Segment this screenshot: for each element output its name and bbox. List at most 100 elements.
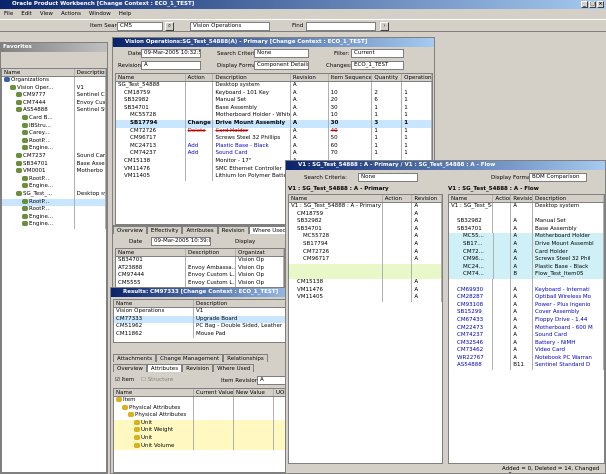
favorites-row[interactable]: CM7237 Sound Car bbox=[2, 152, 106, 161]
search-criteria-select[interactable]: None bbox=[254, 49, 309, 58]
col-header[interactable]: Quantity bbox=[372, 74, 403, 81]
compare-right-row[interactable]: MC55... A Motherboard Holder bbox=[449, 233, 604, 241]
revision-select[interactable]: A bbox=[141, 61, 201, 70]
item-search-input[interactable]: CM5 bbox=[117, 22, 163, 31]
compare-right-row[interactable]: CM93108 A Power - Plus Ingenio bbox=[449, 301, 604, 310]
attr-cell[interactable] bbox=[234, 412, 274, 420]
attr-cell[interactable] bbox=[234, 419, 274, 428]
compare-right-row[interactable]: SB34701 A Base Assembly bbox=[449, 225, 604, 234]
wu-date-input[interactable]: 09-Mar-2005 10:39:0 bbox=[151, 237, 211, 246]
tab-revision[interactable]: Revision bbox=[182, 364, 214, 372]
compare-left-row[interactable]: VM11476 A bbox=[289, 286, 442, 295]
attr-cell[interactable] bbox=[234, 442, 274, 451]
attr-cell[interactable] bbox=[234, 434, 274, 443]
tab-overview[interactable]: Overview bbox=[113, 226, 147, 234]
col-header[interactable]: Action bbox=[493, 195, 512, 202]
filter-select[interactable]: Current bbox=[351, 49, 404, 58]
col-header[interactable]: Item Sequence bbox=[329, 74, 373, 81]
bom-row[interactable]: CM72726 Delete Card Holder A 40 1 1 bbox=[116, 127, 432, 136]
attr-cell[interactable] bbox=[194, 434, 234, 443]
compare-left-row[interactable]: CM96717 A bbox=[289, 256, 442, 264]
compare-left-row[interactable]: SB32982 A bbox=[289, 218, 442, 226]
compare-display-select[interactable]: BOM Comparison bbox=[529, 173, 587, 182]
favorites-row[interactable]: Organizations bbox=[2, 77, 106, 85]
col-header[interactable]: Current Value bbox=[194, 389, 234, 396]
col-header[interactable]: Description bbox=[533, 195, 604, 202]
col-header[interactable]: Description bbox=[186, 249, 236, 256]
bom-row[interactable]: CM18759 Keyboard - 101 Key A 10 2 1 bbox=[116, 89, 432, 98]
col-header[interactable]: Action bbox=[383, 195, 413, 202]
favorites-row[interactable]: RootP... bbox=[2, 198, 106, 207]
bom-row[interactable]: SB32982 Manual Set A 20 6 1 bbox=[116, 97, 432, 105]
bom-row[interactable]: SB34701 Base Assembly A 30 1 1 bbox=[116, 104, 432, 113]
favorites-row[interactable]: VM0001 Motherbo bbox=[2, 168, 106, 176]
search-icon[interactable]: ⌕ bbox=[165, 22, 174, 31]
find-input[interactable] bbox=[306, 22, 376, 31]
col-header[interactable]: Name bbox=[116, 249, 186, 256]
compare-right-row[interactable] bbox=[449, 278, 604, 287]
compare-right-row[interactable]: SB32982 A Manual Set bbox=[449, 218, 604, 226]
attribute-row[interactable]: Item bbox=[114, 397, 307, 405]
compare-left-row[interactable] bbox=[289, 263, 442, 272]
tab-where-used[interactable]: Where Used bbox=[248, 226, 286, 234]
tab-attachments[interactable]: Attachments bbox=[113, 354, 157, 362]
compare-right-row[interactable]: CM72... A Card Holder bbox=[449, 248, 604, 257]
structure-checkbox[interactable]: ☐ Structure bbox=[141, 376, 173, 385]
compare-left-row[interactable]: VM11405 A bbox=[289, 294, 442, 302]
compare-search-select[interactable]: None bbox=[358, 173, 418, 182]
attr-cell[interactable] bbox=[194, 427, 234, 435]
compare-right-row[interactable]: CM96... A Screws Steel 32 Phil bbox=[449, 256, 604, 264]
tab-relationships[interactable]: Relationships bbox=[223, 354, 268, 362]
attr-cell[interactable] bbox=[234, 397, 274, 405]
compare-left-row[interactable]: MC55728 A bbox=[289, 233, 442, 241]
tab-where-used[interactable]: Where Used bbox=[213, 364, 255, 372]
maximize-button[interactable]: □ bbox=[589, 1, 596, 8]
attr-cell[interactable] bbox=[194, 419, 234, 428]
bom-row[interactable]: SB17794 Change Drive Mount Assembly A 30 3 1 bbox=[116, 119, 432, 128]
bom-row[interactable]: MC24713 Add Plastic Base - Black A 60 1 1 bbox=[116, 142, 432, 151]
compare-right-row[interactable]: SB15299 A Cover Assembly bbox=[449, 309, 604, 317]
favorites-row[interactable]: Engine... bbox=[2, 221, 106, 229]
favorites-row[interactable]: SG_Test_... Desktop sy bbox=[2, 190, 106, 199]
col-header[interactable]: Name bbox=[114, 389, 194, 396]
compare-right-row[interactable]: CM73462 A Video Card bbox=[449, 347, 604, 355]
bom-row[interactable]: MC55728 Motherboard Holder - White A 10 1 1 bbox=[116, 112, 432, 120]
bom-row[interactable]: CM74237 Add Sound Card A 70 1 1 bbox=[116, 150, 432, 158]
compare-right-row[interactable]: CM74... B Flow_Test_Item05 bbox=[449, 271, 604, 279]
compare-left-row[interactable]: CM18759 A bbox=[289, 210, 442, 219]
favorites-row[interactable]: Carey... bbox=[2, 130, 106, 138]
minimize-button[interactable]: _ bbox=[581, 1, 588, 8]
results-row[interactable]: CM77333 Upgrade Board bbox=[114, 315, 307, 324]
compare-left-row[interactable]: SB17794 A bbox=[289, 240, 442, 249]
attr-cell[interactable] bbox=[234, 427, 274, 435]
col-header[interactable]: New Value bbox=[234, 389, 274, 396]
bom-row[interactable]: SG_Test_54888 Desktop system A bbox=[116, 82, 432, 90]
menu-file[interactable]: File bbox=[4, 10, 13, 19]
compare-right-row[interactable]: CM69930 A Keyboard - Internati bbox=[449, 286, 604, 295]
col-header[interactable]: Organizat bbox=[236, 249, 284, 256]
compare-right-row[interactable]: AS54888 B11 Sentinel Standard D bbox=[449, 362, 604, 371]
compare-left-row[interactable]: CM72726 A bbox=[289, 248, 442, 257]
compare-right-row[interactable]: WR22767 A Notebook PC Warran bbox=[449, 354, 604, 363]
tab-overview[interactable]: Overview bbox=[113, 364, 147, 372]
col-header[interactable]: Revision bbox=[412, 195, 442, 202]
attr-cell[interactable] bbox=[194, 397, 234, 405]
tab-change-management[interactable]: Change Management bbox=[156, 354, 224, 362]
menu-window[interactable]: Window bbox=[89, 10, 111, 19]
date-input[interactable]: 09-Mar-2005 10:32:56 bbox=[141, 49, 201, 58]
favorites-row[interactable]: RootP... bbox=[2, 175, 106, 184]
compare-right-row[interactable]: CM22473 A Motherboard - 600 M bbox=[449, 324, 604, 333]
col-header[interactable]: Revision bbox=[291, 74, 329, 81]
tab-effectivity[interactable]: Effectivity bbox=[146, 226, 183, 234]
compare-left-row[interactable]: V1 : SG_Test_54888 : A - Primary A bbox=[289, 203, 442, 211]
attr-cell[interactable] bbox=[194, 404, 234, 413]
favorites-row[interactable]: IBStru... bbox=[2, 122, 106, 131]
col-header[interactable]: Action bbox=[186, 74, 214, 81]
compare-left-row[interactable]: CM15138 A bbox=[289, 278, 442, 287]
display-format-select[interactable]: Component Details bbox=[254, 61, 309, 70]
find-next-icon[interactable]: › bbox=[380, 22, 389, 31]
compare-left-row[interactable]: SB34701 A bbox=[289, 225, 442, 234]
menu-edit[interactable]: Edit bbox=[21, 10, 32, 19]
favorites-row[interactable]: Engine... bbox=[2, 183, 106, 191]
col-header[interactable]: Name bbox=[449, 195, 494, 202]
